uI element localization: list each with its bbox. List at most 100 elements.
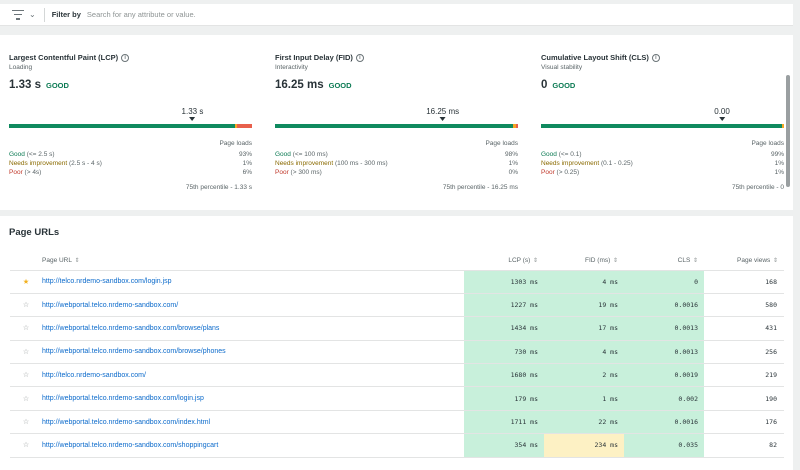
- favorite-cell: ☆: [10, 363, 42, 388]
- metric-subtitle: Loading: [9, 64, 33, 71]
- distribution-row: Poor (> 300 ms) 0%: [275, 169, 518, 176]
- distribution-row-text: Needs improvement (100 ms - 300 ms): [275, 160, 388, 167]
- page-loads-heading: Page loads: [751, 140, 784, 147]
- metric-status: GOOD: [45, 81, 69, 90]
- distribution-row-text: Good (<= 0.1): [541, 151, 581, 158]
- distribution-label: Needs improvement: [275, 160, 334, 167]
- distribution-label: Good: [541, 151, 557, 158]
- page-views-cell: 190: [704, 386, 784, 411]
- star-outline-icon[interactable]: ☆: [23, 369, 29, 380]
- page-url-link[interactable]: http://webportal.telco.nrdemo-sandbox.co…: [42, 293, 464, 318]
- star-outline-icon[interactable]: ☆: [23, 416, 29, 427]
- info-icon[interactable]: i: [355, 53, 364, 62]
- distribution-bar: [541, 124, 784, 128]
- percentile-marker-label: 1.33 s: [181, 107, 204, 116]
- info-icon[interactable]: i: [121, 53, 130, 62]
- filter-label: Filter by: [51, 10, 81, 19]
- poor-segment: [237, 124, 252, 128]
- info-icon[interactable]: i: [651, 53, 660, 62]
- distribution-range: (> 4s): [24, 169, 42, 176]
- sort-descending-icon: ⇕: [771, 257, 778, 264]
- scrollbar[interactable]: [786, 75, 790, 187]
- distribution-row: Good (<= 0.1) 99%: [541, 151, 784, 158]
- favorite-cell: ★: [10, 270, 42, 294]
- column-header-cls[interactable]: CLS ⇕: [624, 251, 704, 271]
- fid-cell: 4 ms: [544, 340, 624, 365]
- filter-icon[interactable]: [12, 9, 24, 20]
- column-header-fid[interactable]: FID (ms) ⇕: [544, 251, 624, 271]
- page-url-link[interactable]: http://webportal.telco.nrdemo-sandbox.co…: [42, 433, 464, 458]
- distribution-percent: 99%: [770, 151, 784, 158]
- page-url-link[interactable]: http://telco.nrdemo-sandbox.com/: [42, 363, 464, 388]
- column-header-label: FID (ms): [585, 256, 611, 264]
- sort-icon: ⇕: [531, 257, 538, 264]
- distribution-label: Good: [9, 151, 25, 158]
- poor-segment: [515, 124, 518, 128]
- favorite-cell: ☆: [10, 340, 42, 365]
- page-urls-title: Page URLs: [9, 227, 60, 238]
- favorite-cell: ☆: [10, 386, 42, 411]
- metric-title: Largest Contentful Paint (LCP) i: [9, 53, 130, 62]
- star-outline-icon[interactable]: ☆: [23, 439, 29, 450]
- page-loads-heading: Page loads: [219, 140, 252, 147]
- page-url-link[interactable]: http://webportal.telco.nrdemo-sandbox.co…: [42, 340, 464, 365]
- metric-value: 16.25 ms: [275, 79, 324, 91]
- star-outline-icon[interactable]: ☆: [23, 393, 29, 404]
- star-outline-icon[interactable]: ☆: [23, 322, 29, 333]
- core-web-vitals-panel: Largest Contentful Paint (LCP) i Loading 1.…: [0, 35, 793, 210]
- marker-triangle-icon: [439, 117, 446, 121]
- page-url-link[interactable]: http://webportal.telco.nrdemo-sandbox.co…: [42, 316, 464, 341]
- table-row[interactable]: ☆ http://webportal.telco.nrdemo-sandbox.c…: [10, 293, 784, 318]
- cls-cell: 0.0013: [624, 340, 704, 365]
- table-row[interactable]: ☆ http://webportal.telco.nrdemo-sandbox.c…: [10, 340, 784, 365]
- distribution-range: (<= 100 ms): [292, 151, 328, 158]
- page-url-link[interactable]: http://telco.nrdemo-sandbox.com/login.js…: [42, 270, 464, 294]
- page-views-cell: 176: [704, 410, 784, 435]
- chevron-down-icon[interactable]: ⌄: [29, 10, 36, 19]
- favorite-cell: ☆: [10, 433, 42, 458]
- distribution-row: Needs improvement (100 ms - 300 ms) 1%: [275, 160, 518, 167]
- distribution-row-text: Needs improvement (0.1 - 0.25): [541, 160, 633, 167]
- table-row[interactable]: ☆ http://webportal.telco.nrdemo-sandbox.c…: [10, 433, 784, 458]
- percentile-summary: 75th percentile - 16.25 ms: [442, 184, 518, 191]
- star-outline-icon[interactable]: ☆: [23, 299, 29, 310]
- favorite-cell: ☆: [10, 293, 42, 318]
- table-row[interactable]: ☆ http://telco.nrdemo-sandbox.com/1680 ms…: [10, 363, 784, 388]
- star-filled-icon[interactable]: ★: [23, 276, 29, 287]
- cls-cell: 0.0019: [624, 363, 704, 388]
- lcp-cell: 1434 ms: [464, 316, 544, 341]
- percentile-marker: 1.33 s: [181, 107, 204, 121]
- table-header-row: Page URL ⇕ LCP (s) ⇕ FID (ms) ⇕ CLS ⇕ Pa…: [10, 251, 784, 271]
- filter-search-input[interactable]: [86, 10, 387, 19]
- distribution-row: Needs improvement (2.5 s - 4 s) 1%: [9, 160, 252, 167]
- metric-value: 0: [541, 79, 548, 91]
- filter-bar: ⌄ Filter by: [0, 4, 793, 26]
- star-outline-icon[interactable]: ☆: [23, 346, 29, 357]
- page-views-cell: 82: [704, 433, 784, 458]
- table-row[interactable]: ☆ http://webportal.telco.nrdemo-sandbox.c…: [10, 316, 784, 341]
- table-row[interactable]: ★ http://telco.nrdemo-sandbox.com/login.j…: [10, 270, 784, 294]
- table-row[interactable]: ☆ http://webportal.telco.nrdemo-sandbox.c…: [10, 386, 784, 411]
- distribution-percent: 93%: [238, 151, 252, 158]
- lcp-cell: 1711 ms: [464, 410, 544, 435]
- column-header-lcp[interactable]: LCP (s) ⇕: [464, 251, 544, 271]
- metric-value-line: 16.25 ms GOOD: [275, 79, 352, 91]
- column-header-page-url[interactable]: Page URL ⇕: [42, 251, 464, 271]
- column-header-label: CLS: [677, 256, 691, 264]
- page-url-link[interactable]: http://webportal.telco.nrdemo-sandbox.co…: [42, 410, 464, 435]
- fid-cell: 1 ms: [544, 386, 624, 411]
- metric-status: GOOD: [328, 81, 352, 90]
- distribution-row-text: Needs improvement (2.5 s - 4 s): [9, 160, 102, 167]
- distribution-row-text: Good (<= 2.5 s): [9, 151, 55, 158]
- percentile-marker-label: 16.25 ms: [426, 107, 460, 116]
- distribution-range: (0.1 - 0.25): [600, 160, 633, 167]
- distribution-row-text: Poor (> 4s): [9, 169, 41, 176]
- distribution-row: Poor (> 0.25) 1%: [541, 169, 784, 176]
- table-row[interactable]: ☆ http://webportal.telco.nrdemo-sandbox.c…: [10, 410, 784, 435]
- page-url-link[interactable]: http://webportal.telco.nrdemo-sandbox.co…: [42, 386, 464, 411]
- distribution-percent: 6%: [242, 169, 252, 176]
- fid-cell: 19 ms: [544, 293, 624, 318]
- fid-cell: 17 ms: [544, 316, 624, 341]
- column-header-page-views[interactable]: Page views ⇕: [704, 251, 784, 271]
- page-views-cell: 580: [704, 293, 784, 318]
